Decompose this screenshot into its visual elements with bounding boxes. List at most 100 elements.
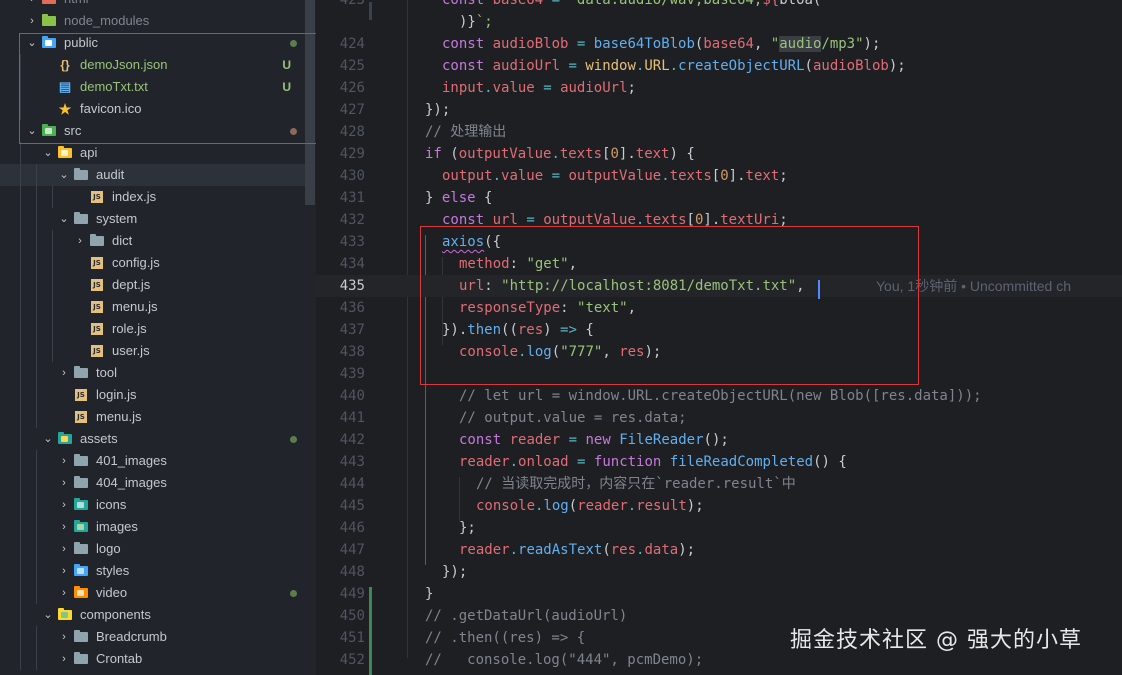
tree-indent-guide xyxy=(36,538,37,560)
chevron-right-icon[interactable]: › xyxy=(58,560,70,582)
chevron-down-icon[interactable]: ⌄ xyxy=(42,142,54,164)
folder-row[interactable]: ⌄ audit xyxy=(0,164,305,186)
code-line[interactable]: 434 method: "get", xyxy=(316,253,1122,275)
folder-row[interactable]: ⌄ api xyxy=(0,142,305,164)
line-number: 451 xyxy=(339,630,365,646)
chevron-right-icon[interactable]: › xyxy=(58,362,70,384)
folder-row[interactable]: ⌄ assets xyxy=(0,428,305,450)
folder-row[interactable]: › styles xyxy=(0,560,305,582)
tree-indent-guide xyxy=(36,648,37,670)
tree-item-label: dict xyxy=(112,233,133,248)
file-row[interactable]: JS menu.js xyxy=(0,296,305,318)
folder-row[interactable]: ⌄ src xyxy=(0,120,305,142)
folder-row[interactable]: › Crontab xyxy=(0,648,305,670)
file-row[interactable]: JS user.js xyxy=(0,340,305,362)
code-text: } xyxy=(425,586,434,602)
chevron-right-icon[interactable]: › xyxy=(58,626,70,648)
code-editor[interactable]: 423 const base64 = `data:audio/wav;base64… xyxy=(316,0,1122,675)
code-line[interactable]: 425 const audioUrl = window.URL.createObj… xyxy=(316,55,1122,77)
chevron-down-icon[interactable]: ⌄ xyxy=(42,428,54,450)
chevron-down-icon[interactable]: ⌄ xyxy=(58,208,70,230)
chevron-right-icon[interactable]: › xyxy=(58,582,70,604)
tree-item-label: tool xyxy=(96,365,117,380)
code-line[interactable]: 445 console.log(reader.result); xyxy=(316,495,1122,517)
code-line[interactable]: 423 const base64 = `data:audio/wav;base64… xyxy=(316,0,1122,11)
file-row[interactable]: JS dept.js xyxy=(0,274,305,296)
code-line[interactable]: 427}); xyxy=(316,99,1122,121)
folder-row[interactable]: › images xyxy=(0,516,305,538)
code-line[interactable]: 429 if (outputValue.texts[0].text) { xyxy=(316,143,1122,165)
code-text: } else { xyxy=(425,190,493,206)
chevron-right-icon[interactable]: › xyxy=(58,538,70,560)
chevron-down-icon[interactable]: ⌄ xyxy=(26,32,38,54)
code-line[interactable]: 447 reader.readAsText(res.data); xyxy=(316,539,1122,561)
code-line[interactable]: 433 axios({ xyxy=(316,231,1122,253)
folder-row[interactable]: › tool xyxy=(0,362,305,384)
line-number: 442 xyxy=(339,432,365,448)
code-line[interactable]: 431} else { xyxy=(316,187,1122,209)
code-line[interactable]: 430 output.value = outputValue.texts[0].t… xyxy=(316,165,1122,187)
code-line[interactable]: 444 // 当读取完成时，内容只在`reader.result`中 xyxy=(316,473,1122,495)
file-row[interactable]: JS menu.js xyxy=(0,406,305,428)
folder-row[interactable]: ⌄ public xyxy=(0,32,305,54)
folder-row[interactable]: › html xyxy=(0,0,305,10)
code-line[interactable]: 448}); xyxy=(316,561,1122,583)
code-line[interactable]: 440 // let url = window.URL.createObjectU… xyxy=(316,385,1122,407)
code-line[interactable]: 449} xyxy=(316,583,1122,605)
code-line[interactable]: )}`; xyxy=(316,11,1122,33)
code-line[interactable]: 446}; xyxy=(316,517,1122,539)
code-text: axios({ xyxy=(442,234,502,250)
code-line[interactable]: 436 responseType: "text", xyxy=(316,297,1122,319)
file-row[interactable]: ▤ demoTxt.txt U xyxy=(0,76,305,98)
tree-item-label: html xyxy=(64,0,89,10)
code-text: console.log(reader.result); xyxy=(476,498,704,514)
explorer-scrollbar[interactable] xyxy=(305,0,315,205)
folder-row[interactable]: ⌄ components xyxy=(0,604,305,626)
chevron-right-icon[interactable]: › xyxy=(58,494,70,516)
chevron-right-icon[interactable]: › xyxy=(26,10,38,32)
code-line[interactable]: 437}).then((res) => { xyxy=(316,319,1122,341)
code-line[interactable]: 439 xyxy=(316,363,1122,385)
code-line[interactable]: 438 console.log("777", res); xyxy=(316,341,1122,363)
folder-row[interactable]: › dict xyxy=(0,230,305,252)
folder-row[interactable]: › 401_images xyxy=(0,450,305,472)
code-line[interactable]: 424 const audioBlob = base64ToBlob(base64… xyxy=(316,33,1122,55)
tree-indent-guide xyxy=(20,538,21,560)
tree-indent-guide xyxy=(52,318,53,340)
file-row[interactable]: {} demoJson.json U xyxy=(0,54,305,76)
folder-row[interactable]: › icons xyxy=(0,494,305,516)
file-row[interactable]: JS config.js xyxy=(0,252,305,274)
tree-indent-guide xyxy=(20,54,21,76)
chevron-right-icon[interactable]: › xyxy=(26,0,38,10)
folder-row[interactable]: › logo xyxy=(0,538,305,560)
chevron-right-icon[interactable]: › xyxy=(58,648,70,670)
folder-row[interactable]: › Breadcrumb xyxy=(0,626,305,648)
file-row[interactable]: JS login.js xyxy=(0,384,305,406)
line-number: 425 xyxy=(339,58,365,74)
folder-row[interactable]: ⌄ system xyxy=(0,208,305,230)
tree-item-label: video xyxy=(96,585,128,600)
chevron-down-icon[interactable]: ⌄ xyxy=(26,120,38,142)
code-line[interactable]: 432 const url = outputValue.texts[0].text… xyxy=(316,209,1122,231)
code-text: const base64 = `data:audio/wav;base64,${… xyxy=(442,0,822,8)
chevron-right-icon[interactable]: › xyxy=(58,450,70,472)
code-line[interactable]: 443 reader.onload = function fileReadComp… xyxy=(316,451,1122,473)
folder-row[interactable]: › node_modules xyxy=(0,10,305,32)
chevron-down-icon[interactable]: ⌄ xyxy=(42,604,54,626)
folder-row[interactable]: › video xyxy=(0,582,305,604)
folder-row[interactable]: › 404_images xyxy=(0,472,305,494)
js-icon: JS xyxy=(90,323,104,335)
file-row[interactable]: ★ favicon.ico xyxy=(0,98,305,120)
code-line[interactable]: 435 url: "http://localhost:8081/demoTxt.t… xyxy=(316,275,1122,297)
chevron-right-icon[interactable]: › xyxy=(58,472,70,494)
code-line[interactable]: 442 const reader = new FileReader(); xyxy=(316,429,1122,451)
chevron-right-icon[interactable]: › xyxy=(58,516,70,538)
code-line[interactable]: 426 input.value = audioUrl; xyxy=(316,77,1122,99)
file-row[interactable]: JS role.js xyxy=(0,318,305,340)
file-row[interactable]: JS index.js xyxy=(0,186,305,208)
chevron-right-icon[interactable]: › xyxy=(74,230,86,252)
code-line[interactable]: 441 // output.value = res.data; xyxy=(316,407,1122,429)
git-change-dot xyxy=(290,40,297,47)
code-line[interactable]: 428 // 处理输出 xyxy=(316,121,1122,143)
chevron-down-icon[interactable]: ⌄ xyxy=(58,164,70,186)
